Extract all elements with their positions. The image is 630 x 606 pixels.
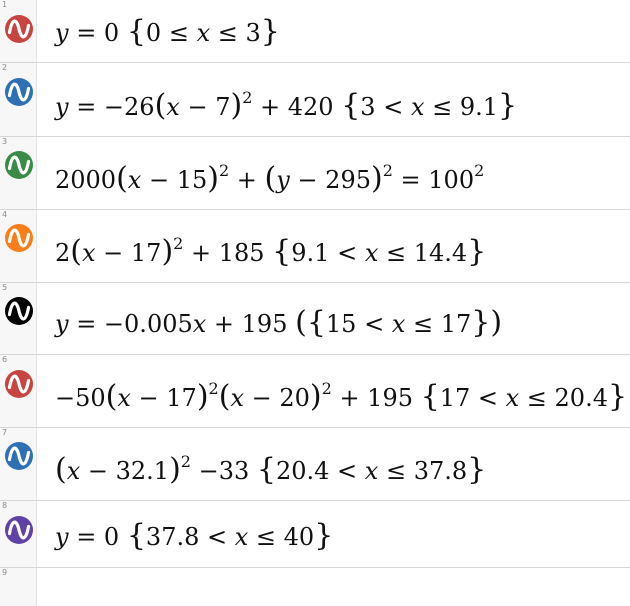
row-number: 3: [2, 137, 8, 146]
curve-icon[interactable]: [4, 441, 34, 471]
curve-icon[interactable]: [4, 77, 34, 107]
row-number: 2: [2, 63, 8, 72]
expression-row-3[interactable]: 3 2000(x − 15)2 + (y − 295)2 = 1002: [0, 137, 630, 210]
expression-math[interactable]: −50(x − 17)2(x − 20)2 + 195 {17 < x ≤ 20…: [55, 381, 627, 412]
row-gutter: 6: [0, 355, 37, 427]
expression-math[interactable]: 2(x − 17)2 + 185 {9.1 < x ≤ 14.4}: [55, 236, 486, 267]
expression-math[interactable]: 2000(x − 15)2 + (y − 295)2 = 1002: [55, 163, 484, 194]
expression-math[interactable]: y = 0 {0 ≤ x ≤ 3}: [55, 17, 280, 47]
expression-math[interactable]: y = 0 {37.8 < x ≤ 40}: [55, 521, 333, 551]
row-gutter: 1: [0, 0, 37, 62]
curve-icon[interactable]: [4, 296, 34, 326]
row-gutter: 2: [0, 63, 37, 136]
expression-row-9-empty[interactable]: 9: [0, 568, 630, 606]
row-number: 5: [2, 283, 8, 292]
row-gutter: 5: [0, 283, 37, 354]
row-number: 9: [2, 568, 8, 577]
row-number: 8: [2, 501, 8, 510]
expression-row-1[interactable]: 1 y = 0 {0 ≤ x ≤ 3}: [0, 0, 630, 63]
expression-math[interactable]: y = −0.005x + 195 ({15 < x ≤ 17}): [55, 308, 502, 338]
row-number: 6: [2, 355, 8, 364]
curve-icon[interactable]: [4, 515, 34, 545]
expression-math[interactable]: (x − 32.1)2 −33 {20.4 < x ≤ 37.8}: [55, 454, 486, 485]
row-number: 7: [2, 428, 8, 437]
curve-icon[interactable]: [4, 223, 34, 253]
row-number: 1: [2, 0, 8, 9]
expression-row-7[interactable]: 7 (x − 32.1)2 −33 {20.4 < x ≤ 37.8}: [0, 428, 630, 501]
row-gutter: 3: [0, 137, 37, 209]
expression-math[interactable]: y = −26(x − 7)2 + 420 {3 < x ≤ 9.1}: [55, 90, 517, 121]
expression-row-6[interactable]: 6 −50(x − 17)2(x − 20)2 + 195 {17 < x ≤ …: [0, 355, 630, 428]
row-gutter: 8: [0, 501, 37, 567]
curve-icon[interactable]: [4, 150, 34, 180]
row-gutter: 7: [0, 428, 37, 500]
expression-row-5[interactable]: 5 y = −0.005x + 195 ({15 < x ≤ 17}): [0, 283, 630, 355]
row-gutter: 4: [0, 210, 37, 282]
expression-row-4[interactable]: 4 2(x − 17)2 + 185 {9.1 < x ≤ 14.4}: [0, 210, 630, 283]
expression-row-8[interactable]: 8 y = 0 {37.8 < x ≤ 40}: [0, 501, 630, 568]
row-number: 4: [2, 210, 8, 219]
row-gutter: 9: [0, 568, 37, 606]
expression-row-2[interactable]: 2 y = −26(x − 7)2 + 420 {3 < x ≤ 9.1}: [0, 63, 630, 137]
curve-icon[interactable]: [4, 14, 34, 44]
expression-list: 1 y = 0 {0 ≤ x ≤ 3} 2 y = −26(x − 7)2 + …: [0, 0, 630, 606]
curve-icon[interactable]: [4, 369, 34, 399]
